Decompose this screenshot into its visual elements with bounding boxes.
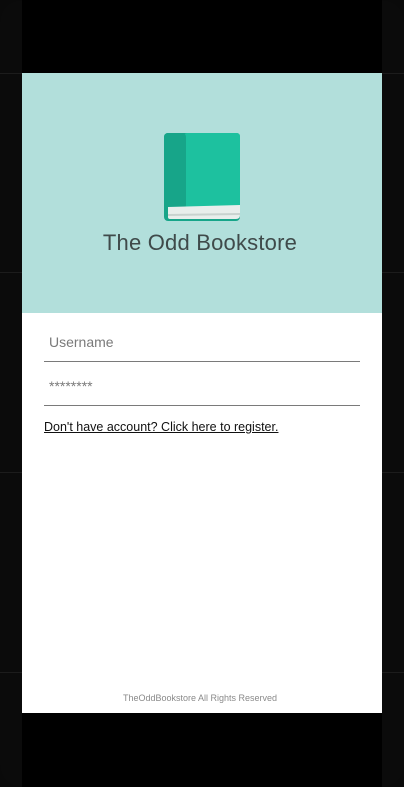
app-header: The Odd Bookstore	[22, 73, 382, 313]
login-form: Don't have account? Click here to regist…	[22, 313, 382, 713]
book-icon	[164, 133, 240, 221]
device-frame: The Odd Bookstore Don't have account? Cl…	[0, 0, 404, 787]
username-field-container	[44, 325, 360, 362]
username-input[interactable]	[44, 325, 359, 359]
password-field-container	[44, 369, 360, 406]
password-input[interactable]	[44, 369, 359, 403]
app-title: The Odd Bookstore	[102, 230, 298, 255]
bottom-bar	[22, 713, 382, 787]
footer-copyright: TheOddBookstore All Rights Reserved	[122, 693, 278, 703]
app-screen: The Odd Bookstore Don't have account? Cl…	[22, 0, 382, 787]
register-link[interactable]: Don't have account? Click here to regist…	[44, 420, 278, 434]
